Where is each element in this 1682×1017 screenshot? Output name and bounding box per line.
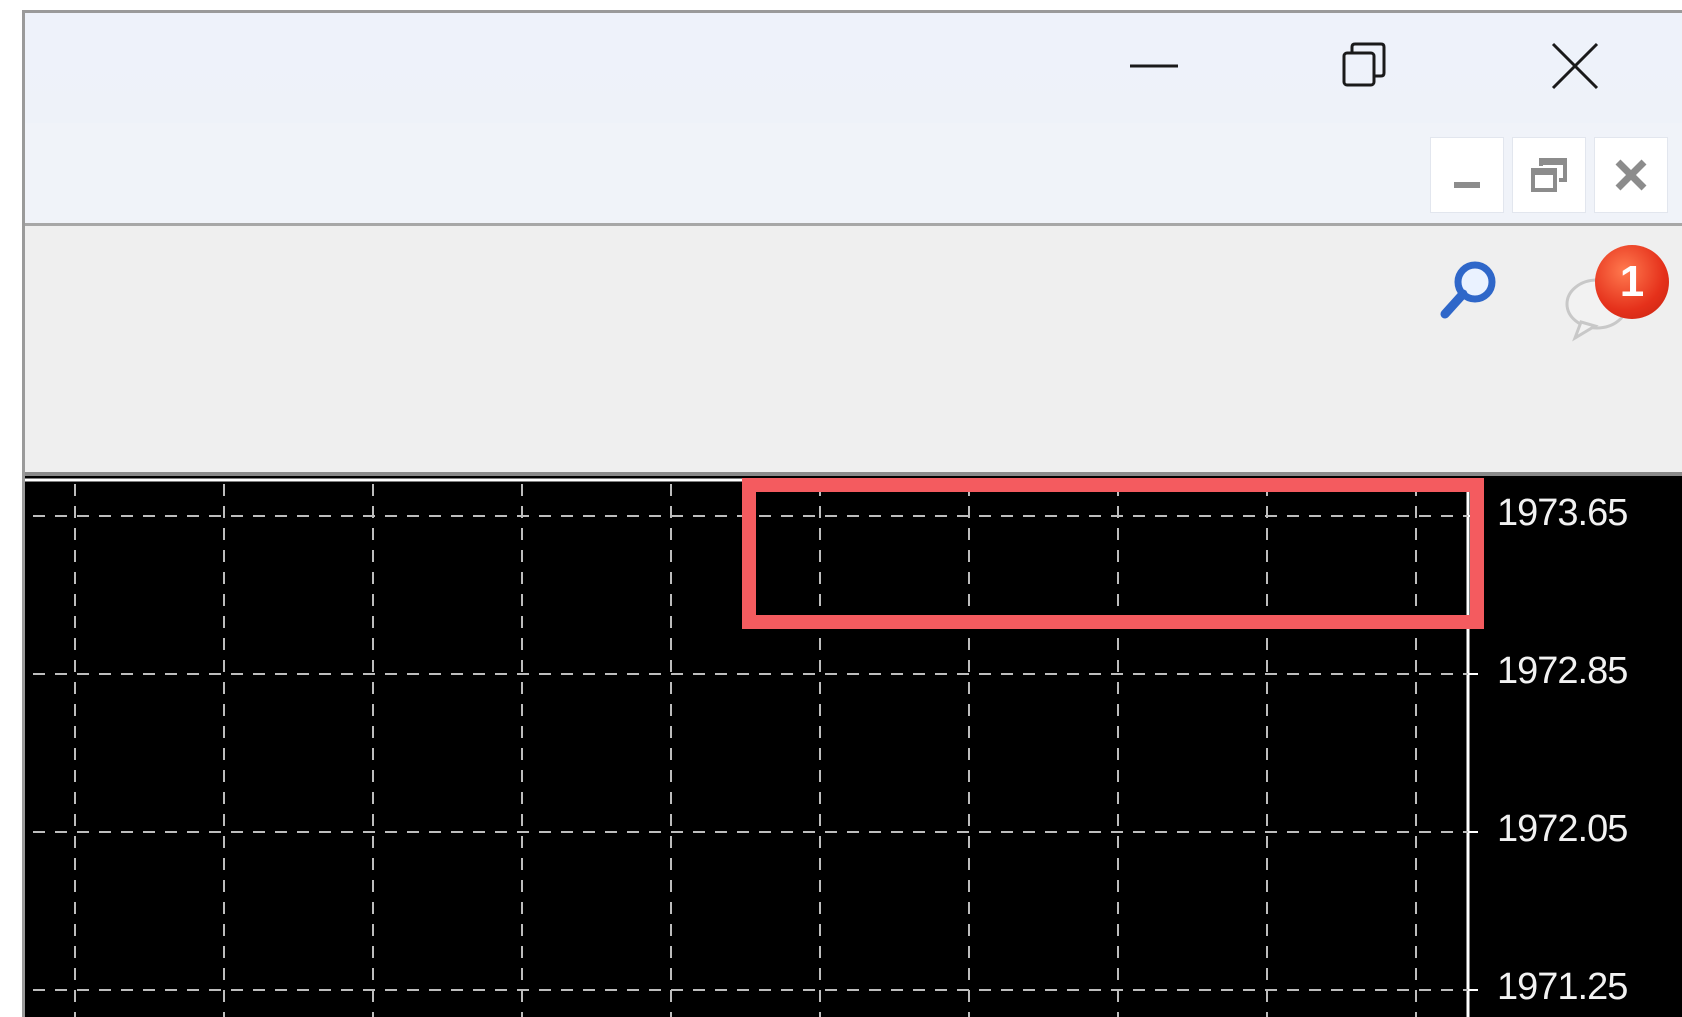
price-label: 1972.05 [1497, 808, 1628, 850]
window-restore-button[interactable] [1325, 31, 1405, 101]
price-label: 1971.25 [1497, 966, 1628, 1008]
menu-bar [25, 123, 1682, 226]
title-bar [25, 13, 1682, 123]
chart-restore-button[interactable] [1512, 137, 1586, 213]
window-minimize-button[interactable] [1115, 31, 1195, 101]
minimize-icon [1454, 182, 1480, 188]
restore-icon [1342, 42, 1386, 87]
restore-icon [1531, 158, 1567, 192]
terminal-window: 1 1973.65 1972.85 1972.05 1971.25 [22, 10, 1682, 1017]
chart-grid [25, 478, 1478, 1017]
price-chart: 1973.65 1972.85 1972.05 1971.25 [25, 476, 1682, 1017]
chart-minimize-button[interactable] [1430, 137, 1504, 213]
notification-badge: 1 [1595, 245, 1669, 319]
close-icon [1615, 159, 1647, 191]
search-button[interactable] [1435, 256, 1505, 326]
toolbar: 1 [25, 226, 1682, 476]
price-label: 1972.85 [1497, 650, 1628, 692]
minimize-icon [1130, 64, 1178, 68]
search-icon [1440, 261, 1496, 319]
close-icon [1551, 42, 1599, 90]
chart-close-button[interactable] [1594, 137, 1668, 213]
price-label: 1973.65 [1497, 492, 1628, 534]
window-close-button[interactable] [1535, 31, 1615, 101]
